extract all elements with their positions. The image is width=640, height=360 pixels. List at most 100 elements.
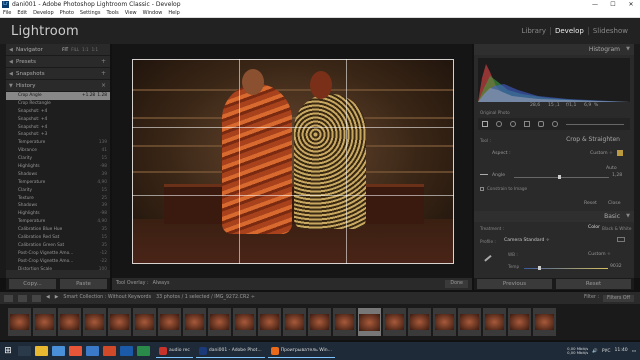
maximize-icon[interactable]: ☐ [604, 0, 622, 9]
history-item[interactable]: Texture 25 [6, 195, 110, 203]
spot-removal-icon[interactable] [496, 121, 502, 127]
clock[interactable]: 11:40 [614, 348, 627, 354]
filmstrip-thumbnail[interactable] [183, 308, 206, 336]
reset-button[interactable]: Reset [556, 279, 631, 289]
menu-edit[interactable]: Edit [17, 9, 27, 17]
file-explorer-icon[interactable] [35, 346, 48, 356]
histogram[interactable] [478, 58, 630, 102]
history-item[interactable]: Clarity 15 [6, 155, 110, 163]
history-item[interactable]: Vibrance 41 [6, 147, 110, 155]
zoom-fit[interactable]: FIT [62, 44, 68, 56]
mail-icon[interactable] [86, 346, 99, 356]
angle-slider[interactable] [514, 177, 609, 178]
radial-filter-icon[interactable] [538, 121, 544, 127]
zoom-custom[interactable]: 1:1 [92, 44, 98, 56]
temp-slider-knob[interactable] [538, 266, 541, 270]
menu-settings[interactable]: Settings [80, 9, 101, 17]
histogram-header[interactable]: Histogram ▼ [474, 44, 634, 55]
history-item[interactable]: Highlights -98 [6, 163, 110, 171]
word-icon[interactable] [120, 346, 133, 356]
filmstrip-thumbnail[interactable] [233, 308, 256, 336]
filmstrip-thumbnail[interactable] [158, 308, 181, 336]
history-item[interactable]: Post-Crop Vignette Amo... -22 [6, 258, 110, 266]
menu-window[interactable]: Window [143, 9, 163, 17]
history-item[interactable]: Temperature 139 [6, 139, 110, 147]
menu-file[interactable]: File [3, 9, 11, 17]
filmstrip-thumbnail[interactable] [408, 308, 431, 336]
profile-select[interactable]: Camera Standard ÷ [504, 238, 550, 243]
history-item[interactable]: Snapshot: +4 [6, 108, 110, 116]
treatment-color[interactable]: Color [588, 225, 600, 230]
done-button[interactable]: Done [445, 280, 468, 288]
grid-view-icon[interactable] [32, 294, 41, 302]
filmstrip-thumbnail[interactable] [333, 308, 356, 336]
photo-count[interactable]: 33 photos / 1 selected / IMG_9272.CR2 ÷ [156, 292, 255, 304]
history-section[interactable]: ▼ History × [6, 80, 110, 92]
windows-start-icon[interactable]: ⊞ [0, 342, 16, 360]
filmstrip-thumbnail[interactable] [508, 308, 531, 336]
history-item[interactable]: Shadows 39 [6, 171, 110, 179]
taskbar-task[interactable]: dani001 - Adobe Phot... [195, 344, 265, 358]
nav-back-icon[interactable]: ◀ [46, 292, 50, 304]
presets-section[interactable]: ◀ Presets + [6, 56, 110, 68]
collection-info[interactable]: Smart Collection : Without Keywords [63, 292, 151, 304]
history-item[interactable]: Temperature 4,90 [6, 218, 110, 226]
filmstrip-thumbnail[interactable] [358, 308, 381, 336]
opera-icon[interactable] [103, 346, 116, 356]
filmstrip-thumbnail[interactable] [8, 308, 31, 336]
notification-icon[interactable]: ▭ [632, 349, 636, 354]
wb-select[interactable]: Custom ÷ [588, 252, 611, 257]
profile-browser-icon[interactable] [617, 237, 625, 242]
angle-value[interactable]: 1,28 [612, 173, 622, 178]
history-item[interactable]: Snapshot: +4 [6, 116, 110, 124]
red-eye-icon[interactable] [510, 121, 516, 127]
crop-reset-button[interactable]: Reset [584, 201, 597, 206]
minimize-icon[interactable]: — [586, 0, 604, 9]
treatment-bw[interactable]: Black & White [602, 226, 631, 231]
snapshots-section[interactable]: ◀ Snapshots + [6, 68, 110, 80]
menu-photo[interactable]: Photo [60, 9, 74, 17]
previous-button[interactable]: Previous [477, 279, 552, 289]
screen-1-icon[interactable] [4, 294, 13, 302]
nav-forward-icon[interactable]: ▶ [55, 292, 59, 304]
history-item[interactable]: Crop Rectangle [6, 100, 110, 108]
aspect-select[interactable]: Custom ÷ [590, 151, 613, 156]
module-slideshow[interactable]: Slideshow [587, 27, 632, 35]
filmstrip-thumbnail[interactable] [208, 308, 231, 336]
zoom-1-1[interactable]: 1:1 [82, 44, 88, 56]
filter-select[interactable]: Filters Off [603, 294, 634, 302]
history-item[interactable]: Snapshot: +3 [6, 131, 110, 139]
history-item[interactable]: Post-Crop Vignette Amo... -12 [6, 250, 110, 258]
copy-button[interactable]: Copy... [9, 279, 56, 289]
photo-canvas[interactable] [132, 59, 454, 264]
history-item[interactable]: Temperature 4,90 [6, 179, 110, 187]
filmstrip-thumbnail[interactable] [533, 308, 556, 336]
brush-icon[interactable] [552, 121, 558, 127]
graduated-filter-icon[interactable] [524, 121, 530, 127]
zoom-fill[interactable]: FILL [71, 44, 79, 56]
crop-close-button[interactable]: Close [608, 201, 621, 206]
crop-tool-icon[interactable] [482, 121, 488, 127]
filmstrip-thumbnail[interactable] [433, 308, 456, 336]
basic-header[interactable]: Basic ▼ [474, 211, 634, 222]
history-item[interactable]: Clarity 15 [6, 187, 110, 195]
filmstrip-thumbnail[interactable] [258, 308, 281, 336]
menu-help[interactable]: Help [168, 9, 179, 17]
paste-button[interactable]: Paste [60, 279, 107, 289]
taskbar-task[interactable]: Проигрыватель Win... [267, 344, 335, 358]
filmstrip-thumbnail[interactable] [108, 308, 131, 336]
speaker-icon[interactable]: 🔊 [592, 349, 598, 354]
excel-icon[interactable] [137, 346, 150, 356]
menu-develop[interactable]: Develop [33, 9, 54, 17]
filmstrip-thumbnail[interactable] [483, 308, 506, 336]
history-item[interactable]: Calibration Blue Hue 35 [6, 226, 110, 234]
history-item[interactable]: Distortion Scale 100 [6, 266, 110, 270]
history-item[interactable]: Calibration Red Sat 15 [6, 234, 110, 242]
add-preset-icon[interactable]: + [101, 56, 106, 68]
constrain-checkbox[interactable] [480, 187, 484, 191]
crop-frame[interactable] [132, 59, 454, 264]
screen-2-icon[interactable] [18, 294, 27, 302]
filmstrip-thumbnail[interactable] [133, 308, 156, 336]
filmstrip-thumbnail[interactable] [308, 308, 331, 336]
clear-history-icon[interactable]: × [101, 80, 106, 92]
